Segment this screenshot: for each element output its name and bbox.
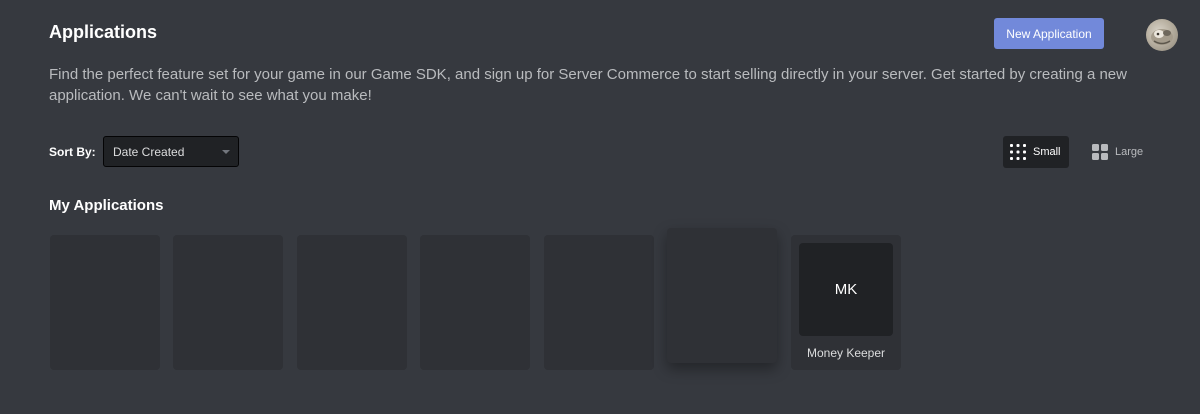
app-card-2[interactable] xyxy=(173,235,283,370)
app-card-1[interactable] xyxy=(50,235,160,370)
view-large-toggle[interactable]: Large xyxy=(1085,136,1149,168)
view-small-toggle[interactable]: Small xyxy=(1003,136,1069,168)
grid-small-icon xyxy=(1010,144,1026,160)
app-icon: MK xyxy=(799,243,893,336)
sort-label: Sort By: xyxy=(49,145,96,159)
applications-page: Applications New Application Find the pe… xyxy=(0,0,1200,414)
app-card-3[interactable] xyxy=(297,235,407,370)
view-large-label: Large xyxy=(1115,146,1144,158)
section-title: My Applications xyxy=(49,197,164,214)
app-card-6[interactable] xyxy=(667,228,777,363)
sort-selected-value: Date Created xyxy=(113,144,185,159)
app-initials: MK xyxy=(834,281,858,298)
page-title: Applications xyxy=(49,22,158,42)
app-card-4[interactable] xyxy=(420,235,530,370)
app-card-5[interactable] xyxy=(544,235,654,370)
grid-large-icon xyxy=(1092,144,1108,160)
new-application-button[interactable]: New Application xyxy=(994,18,1104,49)
page-description: Find the perfect feature set for your ga… xyxy=(49,66,1127,104)
app-name: Money Keeper xyxy=(806,346,886,360)
avatar[interactable] xyxy=(1146,19,1178,51)
app-card-money-keeper[interactable]: MK Money Keeper xyxy=(791,235,901,370)
view-small-label: Small xyxy=(1033,146,1061,158)
sort-select[interactable]: Date Created xyxy=(103,136,239,167)
chevron-down-icon xyxy=(222,150,230,154)
